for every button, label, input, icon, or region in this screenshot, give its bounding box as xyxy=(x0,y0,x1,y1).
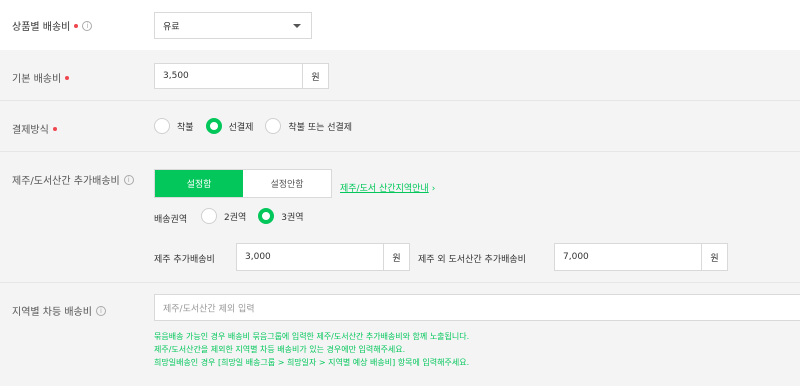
chevron-down-icon xyxy=(293,23,301,28)
regional-notice-2: 제주/도서산간을 제외한 지역별 차등 배송비가 있는 경우에만 입력해주세요. xyxy=(154,345,406,354)
payment-option-label: 선결제 xyxy=(228,122,254,133)
jeju-area-guide-link-text: 제주/도서 산간지역안내 xyxy=(340,184,429,194)
other-island-fee-unit: 원 xyxy=(701,244,727,270)
toggle-off-button[interactable]: 설정안함 xyxy=(243,170,331,197)
payment-radio-either[interactable]: 착불 또는 선결제 xyxy=(265,118,352,134)
per-product-fee-selected: 유료 xyxy=(163,22,180,32)
region-radio-2[interactable]: 2권역 xyxy=(201,208,246,224)
jeju-extra-fee-unit: 원 xyxy=(383,244,409,270)
payment-option-label: 착불 xyxy=(177,122,194,133)
regional-fee-input[interactable]: 제주/도서산간 제외 입력 xyxy=(154,294,800,321)
jeju-fee-toggle: 설정함 설정안함 xyxy=(154,169,332,198)
base-fee-value: 3,500 xyxy=(163,71,189,81)
region-radio-3[interactable]: 3권역 xyxy=(258,208,304,224)
payment-radio-group: 착불 선결제 착불 또는 선결제 xyxy=(154,118,362,134)
regional-notice-3: 희망일배송인 경우 [희망일 배송그룹 > 희망일자 > 지역별 예상 배송비]… xyxy=(154,358,470,367)
radio-circle-icon xyxy=(154,118,170,134)
base-fee-row: 기본 배송비 3,500 원 xyxy=(0,50,800,100)
info-icon[interactable]: i xyxy=(123,174,134,185)
jeju-fee-label: 제주/도서산간 추가배송비 xyxy=(12,176,120,187)
jeju-fee-row: 제주/도서산간 추가배송비 i 설정함 설정안함 제주/도서 산간지역안내 › 배… xyxy=(0,152,800,282)
payment-radio-cod[interactable]: 착불 xyxy=(154,118,194,134)
base-fee-label-group: 기본 배송비 xyxy=(12,70,70,85)
required-dot-icon xyxy=(74,23,79,28)
payment-label: 결제방식 xyxy=(12,125,49,136)
info-icon[interactable]: i xyxy=(82,20,93,31)
regional-fee-label: 지역별 차등 배송비 xyxy=(12,307,92,318)
per-product-fee-label-group: 상품별 배송비 i xyxy=(12,18,93,33)
region-label: 배송권역 xyxy=(154,215,188,225)
other-island-fee-input[interactable]: 7,000 원 xyxy=(554,243,728,271)
region-option-label: 3권역 xyxy=(281,212,304,223)
base-fee-label: 기본 배송비 xyxy=(12,74,62,85)
regional-fee-label-group: 지역별 차등 배송비 i xyxy=(12,303,106,318)
info-icon[interactable]: i xyxy=(95,305,106,316)
chevron-right-icon: › xyxy=(431,184,436,194)
radio-checked-icon xyxy=(258,208,275,224)
other-island-fee-value: 7,000 xyxy=(563,252,589,262)
required-dot-icon xyxy=(52,126,57,131)
jeju-extra-fee-input[interactable]: 3,000 원 xyxy=(236,243,410,271)
required-dot-icon xyxy=(65,75,70,80)
region-option-label: 2권역 xyxy=(224,212,247,223)
regional-fee-placeholder: 제주/도서산간 제외 입력 xyxy=(163,304,255,314)
other-island-fee-label: 제주 외 도서산간 추가배송비 xyxy=(418,255,526,265)
region-radio-group: 2권역 3권역 xyxy=(201,208,314,224)
payment-radio-prepaid[interactable]: 선결제 xyxy=(205,118,254,134)
payment-label-group: 결제방식 xyxy=(12,121,57,136)
jeju-extra-fee-label: 제주 추가배송비 xyxy=(154,255,215,265)
per-product-fee-row: 상품별 배송비 i 유료 xyxy=(0,0,800,50)
radio-circle-icon xyxy=(201,208,217,224)
radio-circle-icon xyxy=(265,118,282,134)
payment-option-label: 착불 또는 선결제 xyxy=(288,122,353,133)
per-product-fee-select[interactable]: 유료 xyxy=(154,12,312,39)
jeju-area-guide-link[interactable]: 제주/도서 산간지역안내 › xyxy=(340,181,435,194)
base-fee-input[interactable]: 3,500 원 xyxy=(154,63,329,89)
toggle-on-button[interactable]: 설정함 xyxy=(155,170,243,197)
jeju-fee-label-group: 제주/도서산간 추가배송비 i xyxy=(12,172,134,187)
per-product-fee-label: 상품별 배송비 xyxy=(12,22,71,33)
radio-checked-icon xyxy=(205,118,222,134)
jeju-extra-fee-value: 3,000 xyxy=(245,252,271,262)
payment-row: 결제방식 착불 선결제 착불 또는 선결제 xyxy=(0,101,800,151)
regional-notice-1: 묶음배송 가능인 경우 배송비 묶음그룹에 입력한 제주/도서산간 추가배송비와… xyxy=(154,332,470,341)
regional-fee-row: 지역별 차등 배송비 i 제주/도서산간 제외 입력 묶음배송 가능인 경우 배… xyxy=(0,283,800,386)
base-fee-unit: 원 xyxy=(302,64,328,88)
